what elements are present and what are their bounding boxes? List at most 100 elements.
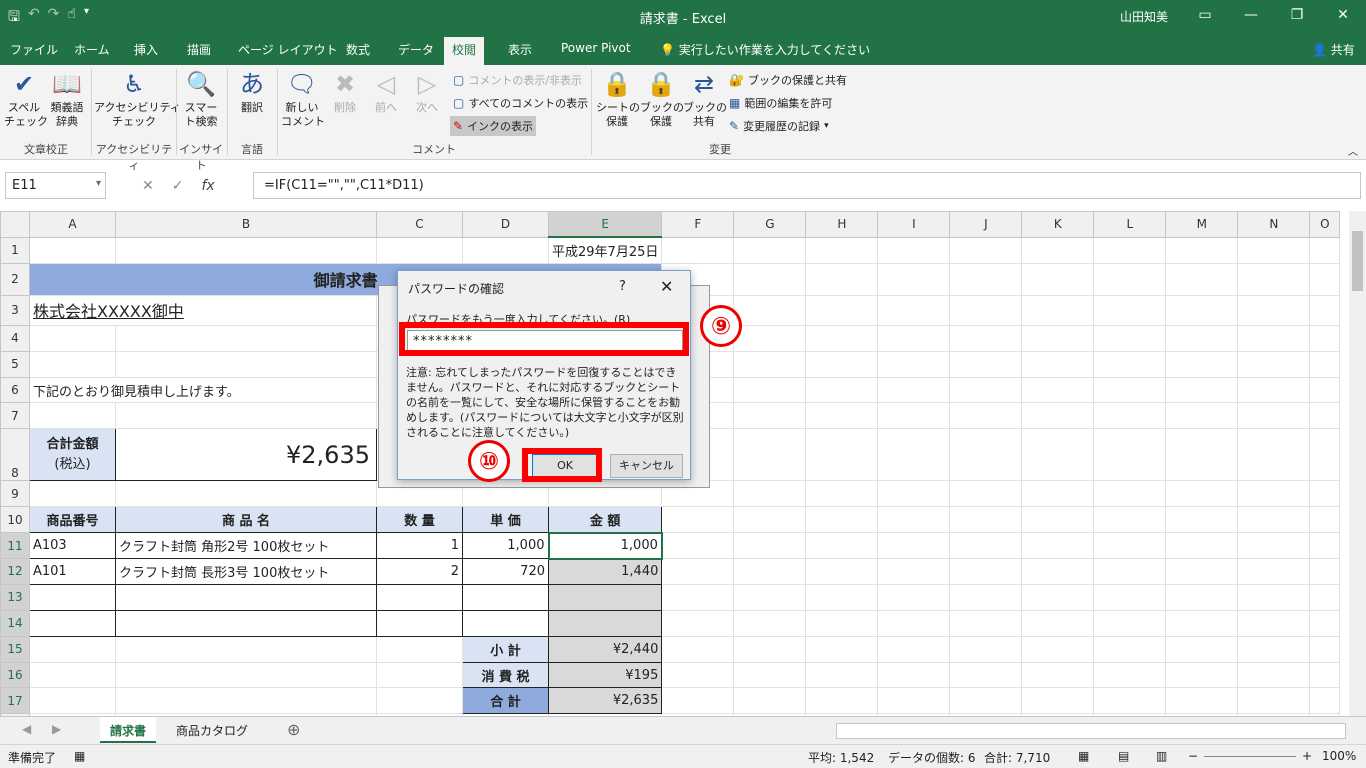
cell-qty[interactable]: 2 xyxy=(376,558,463,585)
cell-header-amount[interactable]: 金 額 xyxy=(547,506,663,534)
show-hide-comment-button[interactable]: ▢ コメントの表示/非表示 xyxy=(450,70,585,90)
column-header[interactable]: H xyxy=(805,211,879,238)
accessibility-check-button[interactable]: ♿ アクセシビリティ チェック xyxy=(94,69,181,129)
tab-power-pivot[interactable]: Power Pivot xyxy=(555,40,637,65)
row-header[interactable]: 13 xyxy=(0,583,30,611)
column-header[interactable]: N xyxy=(1237,211,1311,238)
cancel-icon[interactable]: ✕ xyxy=(142,178,154,194)
row-header[interactable]: 3 xyxy=(0,294,30,326)
column-header[interactable]: D xyxy=(462,211,549,238)
row-header[interactable]: 7 xyxy=(0,402,30,430)
normal-view-icon[interactable]: ▦ xyxy=(1078,749,1089,763)
row-header[interactable]: 16 xyxy=(0,661,30,689)
smart-lookup-button[interactable]: 🔍 スマー ト検索 xyxy=(179,69,223,129)
row-header[interactable]: 2 xyxy=(0,262,30,296)
allow-edit-ranges-button[interactable]: ▦ 範囲の編集を許可 xyxy=(726,93,835,113)
row-header[interactable]: 10 xyxy=(0,506,30,534)
cell-name[interactable]: クラフト封筒 角形2号 100枚セット xyxy=(115,532,377,560)
ribbon-display-icon[interactable]: ▭ xyxy=(1182,0,1228,30)
page-break-view-icon[interactable]: ▥ xyxy=(1156,749,1167,763)
column-header[interactable]: G xyxy=(733,211,807,238)
scroll-thumb[interactable] xyxy=(1352,231,1363,291)
vertical-scrollbar[interactable] xyxy=(1349,211,1366,716)
cell-subtotal[interactable]: ¥2,440 xyxy=(547,635,663,663)
cell-name[interactable]: クラフト封筒 長形3号 100枚セット xyxy=(115,558,377,585)
horizontal-scrollbar[interactable] xyxy=(836,723,1346,739)
close-icon[interactable]: ✕ xyxy=(660,277,673,296)
column-header[interactable]: I xyxy=(877,211,951,238)
collapse-ribbon-icon[interactable]: ︿ xyxy=(1348,143,1358,158)
cell-header-price[interactable]: 単 価 xyxy=(462,506,549,534)
delete-comment-button[interactable]: ✖ 削除 xyxy=(326,69,364,115)
cell-tax-label[interactable]: 消 費 税 xyxy=(462,661,549,689)
column-header[interactable]: O xyxy=(1309,211,1341,238)
tab-draw[interactable]: 描画 xyxy=(181,40,217,65)
row-header[interactable]: 11 xyxy=(0,532,30,560)
user-name[interactable]: 山田知美 xyxy=(1120,8,1168,25)
column-header[interactable]: K xyxy=(1021,211,1095,238)
row-header[interactable]: 12 xyxy=(0,558,30,585)
cell-qty[interactable]: 1 xyxy=(376,532,463,560)
previous-comment-button[interactable]: ◁ 前へ xyxy=(367,69,405,115)
row-header[interactable]: 5 xyxy=(0,350,30,378)
cell-total-label[interactable]: 合計金額 (税込) xyxy=(29,428,116,482)
share-button[interactable]: 👤 共有 xyxy=(1306,40,1361,65)
column-header[interactable]: A xyxy=(29,211,116,238)
row-header[interactable]: 6 xyxy=(0,376,30,404)
function-icon[interactable]: fx xyxy=(201,178,214,194)
help-button[interactable]: ? xyxy=(619,279,626,294)
protect-sheet-button[interactable]: 🔒 シートの 保護 xyxy=(596,69,640,129)
cell-subtotal-label[interactable]: 小 計 xyxy=(462,635,549,663)
show-all-comments-button[interactable]: ▢ すべてのコメントの表示 xyxy=(450,93,591,113)
tab-home[interactable]: ホーム xyxy=(68,40,116,65)
row-header[interactable]: 17 xyxy=(0,687,30,715)
protect-workbook-button[interactable]: 🔒 ブックの 保護 xyxy=(640,69,684,129)
tab-review[interactable]: 校閲 xyxy=(444,37,485,65)
zoom-slider[interactable] xyxy=(1204,756,1296,757)
cell-price[interactable]: 720 xyxy=(462,558,549,585)
cell-amount-selected[interactable]: 1,000 xyxy=(547,531,663,560)
cell-tax[interactable]: ¥195 xyxy=(547,661,663,689)
row-header[interactable]: 14 xyxy=(0,609,30,637)
next-comment-button[interactable]: ▷ 次へ xyxy=(408,69,446,115)
cell-code[interactable]: A101 xyxy=(29,558,116,585)
sheet-tab-catalog[interactable]: 商品カタログ xyxy=(166,717,258,743)
column-header[interactable]: J xyxy=(949,211,1023,238)
tell-me-box[interactable]: 💡 実行したい作業を入力してください xyxy=(654,40,876,65)
spell-check-button[interactable]: ✔ スペル チェック xyxy=(4,69,48,129)
tab-view[interactable]: 表示 xyxy=(502,40,538,65)
cell-code[interactable]: A103 xyxy=(29,532,116,560)
sheet-tab-invoice[interactable]: 請求書 xyxy=(100,717,157,743)
restore-icon[interactable]: ❐ xyxy=(1274,0,1320,30)
protect-and-share-button[interactable]: 🔐 ブックの保護と共有 xyxy=(726,70,850,90)
macro-record-icon[interactable]: ▦ xyxy=(74,749,85,763)
tab-data[interactable]: データ xyxy=(392,40,440,65)
zoom-in-icon[interactable]: + xyxy=(1302,749,1312,763)
new-comment-button[interactable]: 🗨 新しい コメント xyxy=(281,69,325,129)
track-changes-button[interactable]: ✎ 変更履歴の記録 ▾ xyxy=(726,116,832,136)
show-ink-button[interactable]: ✎ インクの表示 xyxy=(450,116,537,136)
cell-intro[interactable]: 下記のとおり御見積申し上げます。 xyxy=(29,376,377,404)
row-header[interactable]: 9 xyxy=(0,480,30,508)
zoom-out-icon[interactable]: − xyxy=(1188,749,1198,763)
cell-header-qty[interactable]: 数 量 xyxy=(376,506,463,534)
close-icon[interactable]: ✕ xyxy=(1320,0,1366,30)
cell-total-value[interactable]: ¥2,635 xyxy=(115,428,377,482)
row-header[interactable]: 4 xyxy=(0,324,30,352)
row-header[interactable]: 8 xyxy=(0,428,30,482)
page-layout-view-icon[interactable]: ▤ xyxy=(1118,749,1129,763)
name-box[interactable]: E11 xyxy=(5,172,106,199)
formula-input[interactable]: =IF(C11="","",C11*D11) xyxy=(253,172,1361,199)
cancel-button[interactable]: キャンセル xyxy=(610,454,683,478)
scroll-right-icon[interactable]: ▶ xyxy=(52,722,61,736)
tab-insert[interactable]: 挿入 xyxy=(128,40,164,65)
cell-grand[interactable]: ¥2,635 xyxy=(547,687,663,715)
column-header[interactable]: L xyxy=(1093,211,1167,238)
minimize-icon[interactable]: — xyxy=(1228,0,1274,30)
add-sheet-icon[interactable]: ⊕ xyxy=(287,720,300,739)
cell-company[interactable]: 株式会社XXXXX御中 xyxy=(29,294,377,326)
cell-header-name[interactable]: 商 品 名 xyxy=(115,506,377,534)
enter-icon[interactable]: ✓ xyxy=(172,178,184,194)
translate-button[interactable]: あ翻訳 xyxy=(232,69,272,115)
row-header[interactable]: 15 xyxy=(0,635,30,663)
